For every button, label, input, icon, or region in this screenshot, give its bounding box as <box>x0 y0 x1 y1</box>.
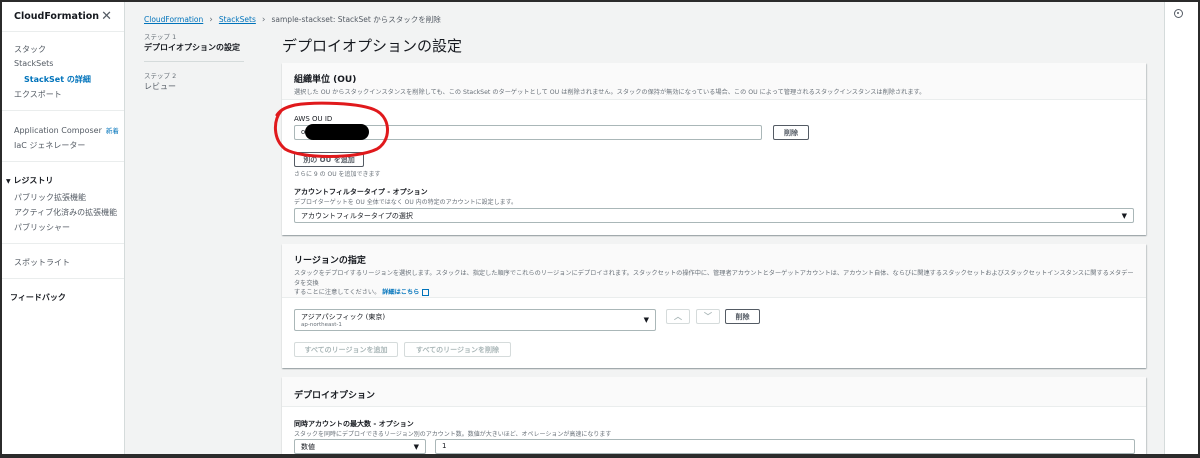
learn-more-link[interactable]: 詳細はこちら <box>382 289 419 296</box>
sidebar-item-publisher[interactable]: パブリッシャー <box>14 222 70 233</box>
ou-panel: 組織単位 (OU) 選択した OU からスタックインスタンスを削除しても、この … <box>282 63 1146 235</box>
remove-all-regions-button[interactable]: すべてのリージョンを削除 <box>404 342 511 357</box>
breadcrumb-current: sample-stackset: StackSet からスタックを削除 <box>271 15 441 24</box>
caret-down-icon: ▼ <box>1121 212 1127 220</box>
caret-down-icon: ▼ <box>413 443 419 451</box>
add-all-regions-button[interactable]: すべてのリージョンを追加 <box>294 342 398 357</box>
region-desc-line2: することに注意してください。 <box>294 289 381 297</box>
step-2-label: ステップ 2 <box>144 72 177 80</box>
concurrency-description: スタックを同時にデプロイできるリージョン別のアカウント数。数値が大きいほど、オペ… <box>294 431 612 438</box>
screenshot-frame: CloudFormation ✕ スタック StackSets StackSet… <box>0 0 1200 458</box>
step-1-label: ステップ 1 <box>144 33 177 41</box>
region-desc-line1: スタックをデプロイするリージョンを選択します。スタックは、指定した順序でこれらの… <box>294 270 1134 287</box>
step-2-name: レビュー <box>144 82 176 91</box>
step-1-name: デプロイオプションの設定 <box>144 43 240 52</box>
move-down-button[interactable]: ﹀ <box>696 309 720 324</box>
chevron-down-icon: ﹀ <box>704 312 712 321</box>
sidebar-item-public-extensions[interactable]: パブリック拡張機能 <box>14 192 86 203</box>
external-link-icon <box>422 288 430 296</box>
sidebar-title[interactable]: CloudFormation <box>14 11 99 22</box>
ou-panel-title: 組織単位 (OU) <box>294 75 357 85</box>
concurrency-label: 同時アカウントの最大数 - オプション <box>294 420 414 428</box>
sidebar: CloudFormation ✕ スタック StackSets StackSet… <box>2 2 125 454</box>
step-divider <box>144 61 244 62</box>
chevron-up-icon: ︿ <box>674 312 682 321</box>
region-panel-header: リージョンの指定 スタックをデプロイするリージョンを選択します。スタックは、指定… <box>282 244 1146 298</box>
region-panel-title: リージョンの指定 <box>294 256 366 266</box>
account-filter-description: デプロイターゲットを OU 全体ではなく OU 内の特定のアカウントに設定します… <box>294 199 518 206</box>
sidebar-item-stacksets[interactable]: StackSets <box>14 59 53 68</box>
move-up-button[interactable]: ︿ <box>666 309 690 324</box>
concurrency-type-value: 数値 <box>301 443 315 451</box>
chevron-right-icon: › <box>209 14 213 25</box>
sidebar-item-active-extensions[interactable]: アクティブ化済みの拡張機能 <box>14 207 117 218</box>
settings-icon[interactable] <box>1174 9 1183 18</box>
sidebar-divider <box>2 110 124 111</box>
sidebar-item-app-composer[interactable]: Application Composer 新着 <box>14 125 119 135</box>
sidebar-item-exports[interactable]: エクスポート <box>14 89 62 100</box>
sidebar-divider <box>2 161 124 162</box>
sidebar-divider <box>2 243 124 244</box>
remove-ou-button[interactable]: 削除 <box>773 125 809 140</box>
red-annotation-circle <box>274 101 389 158</box>
account-filter-label: アカウントフィルタータイプ - オプション <box>294 188 428 196</box>
concurrency-type-select[interactable]: 数値 ▼ <box>294 439 426 454</box>
account-filter-select-value: アカウントフィルタータイプの選択 <box>301 212 413 220</box>
region-select[interactable]: アジアパシフィック (東京) ap-northeast-1 ▼ <box>294 309 656 331</box>
close-icon[interactable]: ✕ <box>101 9 112 24</box>
breadcrumb: CloudFormation › StackSets › sample-stac… <box>144 14 441 25</box>
region-panel: リージョンの指定 スタックをデプロイするリージョンを選択します。スタックは、指定… <box>282 244 1146 368</box>
add-ou-hint: さらに 9 の OU を追加できます <box>294 171 381 178</box>
ou-panel-header: 組織単位 (OU) 選択した OU からスタックインスタンスを削除しても、この … <box>282 63 1146 100</box>
caret-down-icon: ▼ <box>6 178 11 185</box>
sidebar-item-stackset-detail[interactable]: StackSet の詳細 <box>24 74 91 85</box>
sidebar-item-feedback[interactable]: フィードバック <box>10 292 66 303</box>
breadcrumb-stacksets[interactable]: StackSets <box>219 15 256 24</box>
deploy-options-panel: デプロイオプション 同時アカウントの最大数 - オプション スタックを同時にデプ… <box>282 377 1146 454</box>
sidebar-header: CloudFormation ✕ <box>2 2 124 32</box>
deploy-options-title: デプロイオプション <box>294 391 376 401</box>
page-title: デプロイオプションの設定 <box>282 37 463 55</box>
deploy-options-header: デプロイオプション <box>282 377 1146 407</box>
new-badge: 新着 <box>105 127 119 135</box>
region-name: アジアパシフィック (東京) <box>301 313 386 321</box>
sidebar-item-stacks[interactable]: スタック <box>14 44 46 55</box>
sidebar-section-label: レジストリ <box>13 176 54 185</box>
ou-panel-description: 選択した OU からスタックインスタンスを削除しても、この StackSet の… <box>294 89 926 96</box>
chevron-right-icon: › <box>261 14 266 25</box>
sidebar-divider <box>2 278 124 279</box>
sidebar-item-spotlight[interactable]: スポットライト <box>14 257 70 268</box>
account-filter-select[interactable]: アカウントフィルタータイプの選択 ▼ <box>294 208 1134 223</box>
sidebar-item-label: Application Composer <box>14 126 102 135</box>
remove-region-button[interactable]: 削除 <box>725 309 760 324</box>
sidebar-item-iac-generator[interactable]: IaC ジェネレーター <box>14 140 85 151</box>
region-code: ap-northeast-1 <box>301 322 342 328</box>
sidebar-section-registry[interactable]: ▼ レジストリ <box>6 175 53 186</box>
caret-down-icon: ▼ <box>643 316 649 324</box>
concurrency-value-input[interactable]: 1 <box>435 439 1135 454</box>
right-utility-rail <box>1164 2 1198 454</box>
region-panel-description: スタックをデプロイするリージョンを選択します。スタックは、指定した順序でこれらの… <box>294 269 1134 298</box>
breadcrumb-cloudformation[interactable]: CloudFormation <box>144 15 203 24</box>
console-app: CloudFormation ✕ スタック StackSets StackSet… <box>2 2 1198 454</box>
